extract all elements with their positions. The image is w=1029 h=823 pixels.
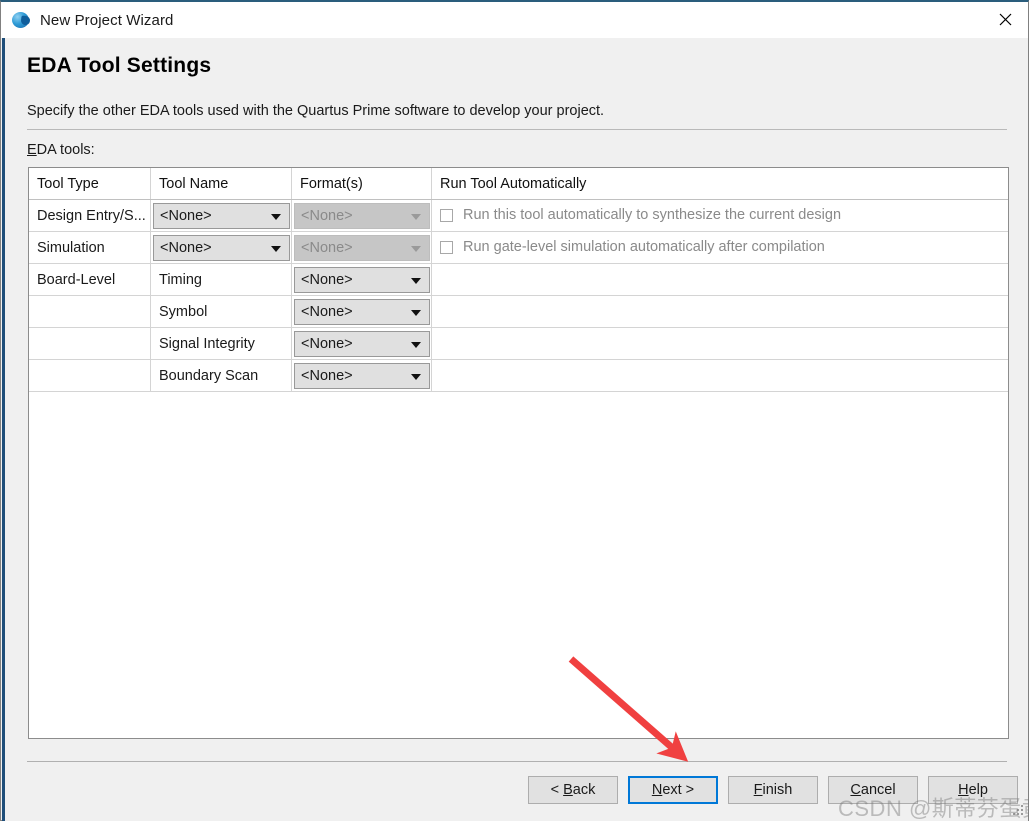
back-button[interactable]: < Back [528, 776, 618, 804]
eda-tools-table: Tool Type Tool Name Format(s) Run Tool Auto… [28, 167, 1009, 739]
next-button-label: Next > [651, 782, 695, 798]
page-subtitle: Specify the other EDA tools used with th… [27, 103, 605, 119]
checkbox-icon[interactable] [440, 240, 453, 254]
table-row: Simulation <None> <None> Run gate-level sim… [29, 232, 1008, 264]
cancel-button-label: Cancel [850, 782, 896, 798]
cell-format [292, 296, 432, 327]
cell-tool-name: Symbol [151, 296, 292, 327]
cell-run-automatically [432, 360, 1008, 391]
help-button-label: Help [958, 782, 988, 798]
table-header-0: Tool Type [29, 168, 151, 199]
table-row: Design Entry/S... <None> <None> Run this to… [29, 200, 1008, 232]
cell-format [292, 264, 432, 295]
dialog-window: New Project Wizard EDA Tool Settings Spe… [0, 0, 1029, 821]
finish-button-label: Finish [753, 782, 793, 798]
run-automatically-label: Run this tool automatically to synthesiz… [463, 207, 842, 223]
next-button[interactable]: Next > [628, 776, 718, 804]
table-header-row: Tool Type Tool Name Format(s) Run Tool Auto… [29, 168, 1008, 200]
eda-tools-label-rest: DA tools: [36, 142, 95, 158]
cell-tool-name: Signal Integrity [151, 328, 292, 359]
quartus-globe-icon [11, 10, 31, 30]
back-button-label: < Back [550, 782, 596, 798]
cell-format [292, 232, 432, 263]
title-bar: New Project Wizard [1, 2, 1028, 38]
table-header-1: Tool Name [151, 168, 292, 199]
eda-tools-label: EDA tools: [27, 142, 95, 158]
button-bar: < Back Next > Finish Cancel Help [5, 776, 1028, 812]
checkbox-icon[interactable] [440, 208, 453, 222]
run-automatically-label: Run gate-level simulation automatically … [463, 239, 825, 255]
page-title: EDA Tool Settings [27, 54, 212, 77]
cell-tool-name [151, 200, 292, 231]
cell-tool-type: Simulation [29, 232, 151, 263]
table-header-3: Run Tool Automatically [440, 175, 587, 192]
table-row: Signal Integrity <None> [29, 328, 1008, 360]
cell-format [292, 360, 432, 391]
cell-tool-type [29, 360, 151, 391]
table-header-2: Format(s) [292, 168, 432, 199]
cell-tool-type: Design Entry/S... [29, 200, 151, 231]
cell-format [292, 200, 432, 231]
divider-top [27, 129, 1007, 130]
eda-tools-label-mnemonic: E [27, 142, 37, 158]
cell-tool-type: Board-Level [29, 264, 151, 295]
run-automatically-checkbox-row[interactable]: Run gate-level simulation automatically … [440, 239, 825, 255]
cell-tool-name: Timing [151, 264, 292, 295]
close-icon[interactable] [982, 2, 1028, 37]
cell-tool-type [29, 328, 151, 359]
cancel-button[interactable]: Cancel [828, 776, 918, 804]
dialog-content: EDA Tool Settings Specify the other EDA … [2, 38, 1028, 821]
divider-bottom [27, 761, 1007, 762]
window-title: New Project Wizard [40, 11, 174, 29]
table-row: Board-Level Timing <None> [29, 264, 1008, 296]
cell-run-automatically [432, 296, 1008, 327]
run-automatically-checkbox-row[interactable]: Run this tool automatically to synthesiz… [440, 207, 841, 223]
cell-run-automatically [432, 328, 1008, 359]
cell-format [292, 328, 432, 359]
table-row: Symbol <None> [29, 296, 1008, 328]
cell-run-automatically [432, 264, 1008, 295]
cell-tool-type [29, 296, 151, 327]
help-button[interactable]: Help [928, 776, 1018, 804]
finish-button[interactable]: Finish [728, 776, 818, 804]
cell-tool-name: Boundary Scan [151, 360, 292, 391]
table-row: Boundary Scan <None> [29, 360, 1008, 392]
resize-grip-icon[interactable] [1012, 805, 1024, 817]
cell-tool-name [151, 232, 292, 263]
